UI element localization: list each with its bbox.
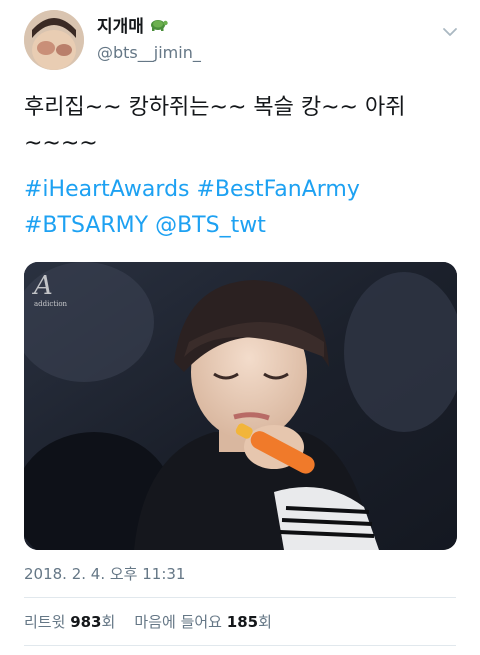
divider — [24, 597, 456, 598]
user-handle[interactable]: @bts__jimin_ — [97, 42, 201, 64]
retweet-stat[interactable]: 리트윗 983회 — [24, 613, 120, 631]
hashtag-link[interactable]: #BestFanArmy — [197, 177, 360, 202]
display-name-text: 지개매 — [97, 17, 144, 37]
turtle-icon — [148, 16, 168, 38]
tweet-text-line: ~~~~ — [24, 131, 98, 156]
tweet-text: 후리집~~ 캉하쥐는~~ 복슬 캉~~ 아쥐 ~~~~ — [24, 90, 464, 162]
like-suffix: 회 — [258, 613, 272, 631]
tweet-stats: 리트윗 983회 마음에 들어요 185회 — [24, 611, 272, 633]
tweet-photo[interactable]: A addiction — [24, 262, 457, 550]
divider — [24, 645, 456, 646]
retweet-suffix: 회 — [101, 613, 116, 631]
retweet-count: 983 — [70, 613, 102, 631]
avatar[interactable] — [24, 10, 84, 70]
hashtags: #iHeartAwards #BestFanArmy #BTSARMY @BTS… — [24, 172, 464, 244]
svg-text:addiction: addiction — [34, 300, 68, 308]
tweet-timestamp[interactable]: 2018. 2. 4. 오후 11:31 — [24, 563, 185, 585]
like-count: 185 — [226, 613, 259, 631]
hashtag-link[interactable]: #iHeartAwards — [24, 177, 190, 202]
chevron-down-icon[interactable] — [440, 22, 460, 42]
tweet-header: 지개매 @bts__jimin_ — [0, 0, 480, 80]
svg-text:A: A — [32, 271, 53, 301]
like-label: 마음에 들어요 — [134, 613, 222, 631]
display-name[interactable]: 지개매 — [97, 16, 201, 38]
mention-link[interactable]: @BTS_twt — [155, 213, 266, 238]
retweet-label: 리트윗 — [24, 613, 66, 631]
hashtag-link[interactable]: #BTSARMY — [24, 213, 148, 238]
tweet-text-line: 후리집~~ 캉하쥐는~~ 복슬 캉~~ 아쥐 — [24, 95, 406, 120]
like-stat[interactable]: 마음에 들어요 185회 — [134, 613, 271, 631]
